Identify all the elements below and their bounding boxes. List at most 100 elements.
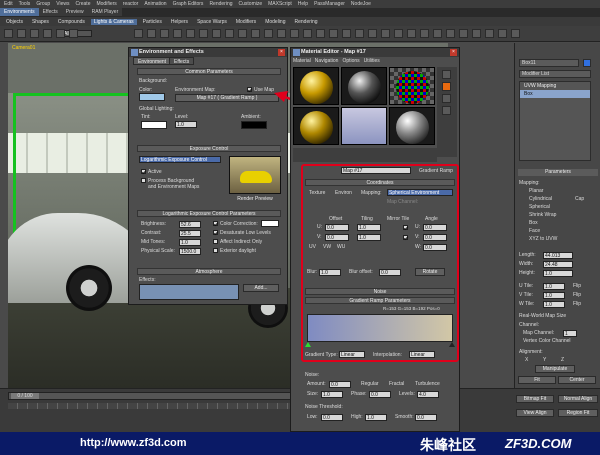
mat-menu-item-0[interactable]: Material [293, 58, 311, 64]
common-params-header[interactable]: Common Parameters [137, 68, 281, 75]
length-field[interactable]: 44.013 [543, 252, 573, 259]
u-angle-field[interactable]: 0.0 [423, 224, 447, 231]
w-tile-field[interactable]: 1.0 [543, 301, 565, 308]
panel-tab-9[interactable]: Rendering [291, 19, 320, 25]
close-icon[interactable]: × [450, 49, 457, 56]
toolbar-icon[interactable] [277, 29, 286, 38]
viewport-label[interactable]: Camera01 [12, 45, 35, 51]
amount-field[interactable]: 0.0 [329, 381, 351, 388]
toolbar-icon[interactable] [264, 29, 273, 38]
toolbar-icon[interactable] [69, 29, 78, 38]
v-tiling-field[interactable]: 1.0 [357, 234, 381, 241]
sample-slot-6[interactable] [389, 107, 435, 145]
toolbar-icon[interactable] [43, 29, 52, 38]
background-color-swatch[interactable] [139, 93, 165, 101]
toolbar-icon[interactable] [472, 29, 481, 38]
toolbar-icon[interactable] [355, 29, 364, 38]
map-name-dropdown[interactable]: Map #17 [341, 167, 411, 174]
realworld-checkbox[interactable]: Real-World Map Size [519, 313, 566, 319]
tint-swatch[interactable] [141, 121, 167, 129]
menu-item-6[interactable]: reactor [121, 1, 141, 7]
exposure-type-dropdown[interactable]: Logarithmic Exposure Control [139, 156, 221, 163]
u-tiling-field[interactable]: 1.0 [357, 224, 381, 231]
height-field[interactable]: 1.0 [543, 270, 573, 277]
panel-tab-8[interactable]: Modeling [262, 19, 288, 25]
color-correction-swatch[interactable] [261, 220, 279, 227]
sample-slot-4[interactable] [293, 107, 339, 145]
v-flip-label[interactable]: Flip [573, 292, 581, 298]
low-field[interactable]: 0.0 [321, 414, 343, 421]
toolbar-icon[interactable] [290, 29, 299, 38]
v-angle-field[interactable]: 0.0 [423, 234, 447, 241]
mapping-option-1[interactable]: Cylindrical [529, 196, 552, 202]
background-icon[interactable] [442, 94, 451, 103]
add-effect-button[interactable]: Add... [243, 284, 279, 292]
menu-item-5[interactable]: Modifiers [94, 1, 118, 7]
normal-align-button[interactable]: Normal Align [558, 395, 598, 403]
v-offset-field[interactable]: 0.0 [325, 234, 349, 241]
u-flip-label[interactable]: Flip [573, 283, 581, 289]
ribbon-tab-1[interactable]: Effects [38, 8, 62, 16]
panel-tab-6[interactable]: Space Warps [194, 19, 230, 25]
effects-list[interactable] [139, 284, 239, 300]
sample-slot-2[interactable] [341, 67, 387, 105]
toolbar-icon[interactable] [17, 29, 26, 38]
manipulate-button[interactable]: Manipulate [535, 365, 575, 373]
menu-item-8[interactable]: Graph Editors [171, 1, 206, 7]
blur-field[interactable]: 1.0 [319, 269, 341, 276]
mapping-option-6[interactable]: XYZ to UVW [529, 236, 557, 242]
desaturate-checkbox[interactable] [213, 230, 218, 235]
toolbar-icon[interactable] [199, 29, 208, 38]
phase-field[interactable]: 0.0 [369, 391, 391, 398]
close-icon[interactable]: × [278, 49, 285, 56]
menu-item-0[interactable]: Edit [2, 1, 15, 7]
env-dialog-title[interactable]: Environment and Effects [129, 48, 287, 57]
modifier-stack[interactable]: UVW Mapping Box [519, 81, 591, 161]
affect-indirect-checkbox[interactable] [213, 239, 218, 244]
region-fit-button[interactable]: Region Fit [558, 409, 598, 417]
toolbar-icon[interactable] [303, 29, 312, 38]
toolbar-icon[interactable] [134, 29, 143, 38]
gradient-flag-end[interactable] [449, 342, 455, 347]
panel-tab-5[interactable]: Helpers [168, 19, 191, 25]
exposure-control-header[interactable]: Exposure Control [137, 145, 281, 152]
stack-item-box[interactable]: Box [520, 90, 590, 98]
menu-item-9[interactable]: Rendering [207, 1, 234, 7]
menu-item-4[interactable]: Create [73, 1, 92, 7]
mapping-option-3[interactable]: Shrink Wrap [529, 212, 556, 218]
panel-tab-4[interactable]: Particles [140, 19, 165, 25]
parameters-rollout[interactable]: Parameters [518, 169, 598, 176]
color-correction-checkbox[interactable] [213, 221, 218, 226]
mapping-option-4[interactable]: Box [529, 220, 538, 226]
levels-field[interactable]: 4.0 [417, 391, 439, 398]
ribbon-tab-3[interactable]: RAM Player [87, 8, 123, 16]
blur-offset-field[interactable]: 0.0 [379, 269, 401, 276]
regular-radio[interactable]: Regular [361, 381, 379, 387]
menu-item-12[interactable]: Help [296, 1, 310, 7]
toolbar-icon[interactable] [407, 29, 416, 38]
toolbar-icon[interactable] [329, 29, 338, 38]
v-tile-field[interactable]: 1.0 [543, 292, 565, 299]
exterior-daylight-checkbox[interactable] [213, 248, 218, 253]
render-preview-button[interactable]: Render Preview [229, 196, 281, 204]
ribbon-tab-2[interactable]: Preview [61, 8, 88, 16]
sample-slot-3[interactable] [389, 67, 435, 105]
stack-item-uvw[interactable]: UVW Mapping [520, 82, 590, 90]
log-exposure-header[interactable]: Logarithmic Exposure Control Parameters [137, 210, 281, 217]
gradient-flag-start[interactable] [305, 342, 311, 347]
w-flip-label[interactable]: Flip [573, 301, 581, 307]
use-map-checkbox[interactable] [247, 87, 252, 92]
center-button[interactable]: Center [558, 376, 596, 384]
environment-map-button[interactable]: Map #17 ( Gradient Ramp ) [175, 94, 279, 102]
toolbar-icon[interactable] [147, 29, 156, 38]
uv-tiling-icon[interactable] [442, 106, 451, 115]
align-z-radio[interactable]: Z [561, 357, 564, 363]
toolbar-icon[interactable] [30, 29, 39, 38]
toolbar-icon[interactable] [56, 29, 65, 38]
toolbar-icon[interactable] [511, 29, 520, 38]
ambient-swatch[interactable] [241, 121, 267, 129]
toolbar-icon[interactable] [368, 29, 377, 38]
toolbar-icon[interactable] [173, 29, 182, 38]
width-field[interactable]: 24.48 [543, 261, 573, 268]
panel-tab-3[interactable]: Lights & Cameras [90, 18, 137, 25]
